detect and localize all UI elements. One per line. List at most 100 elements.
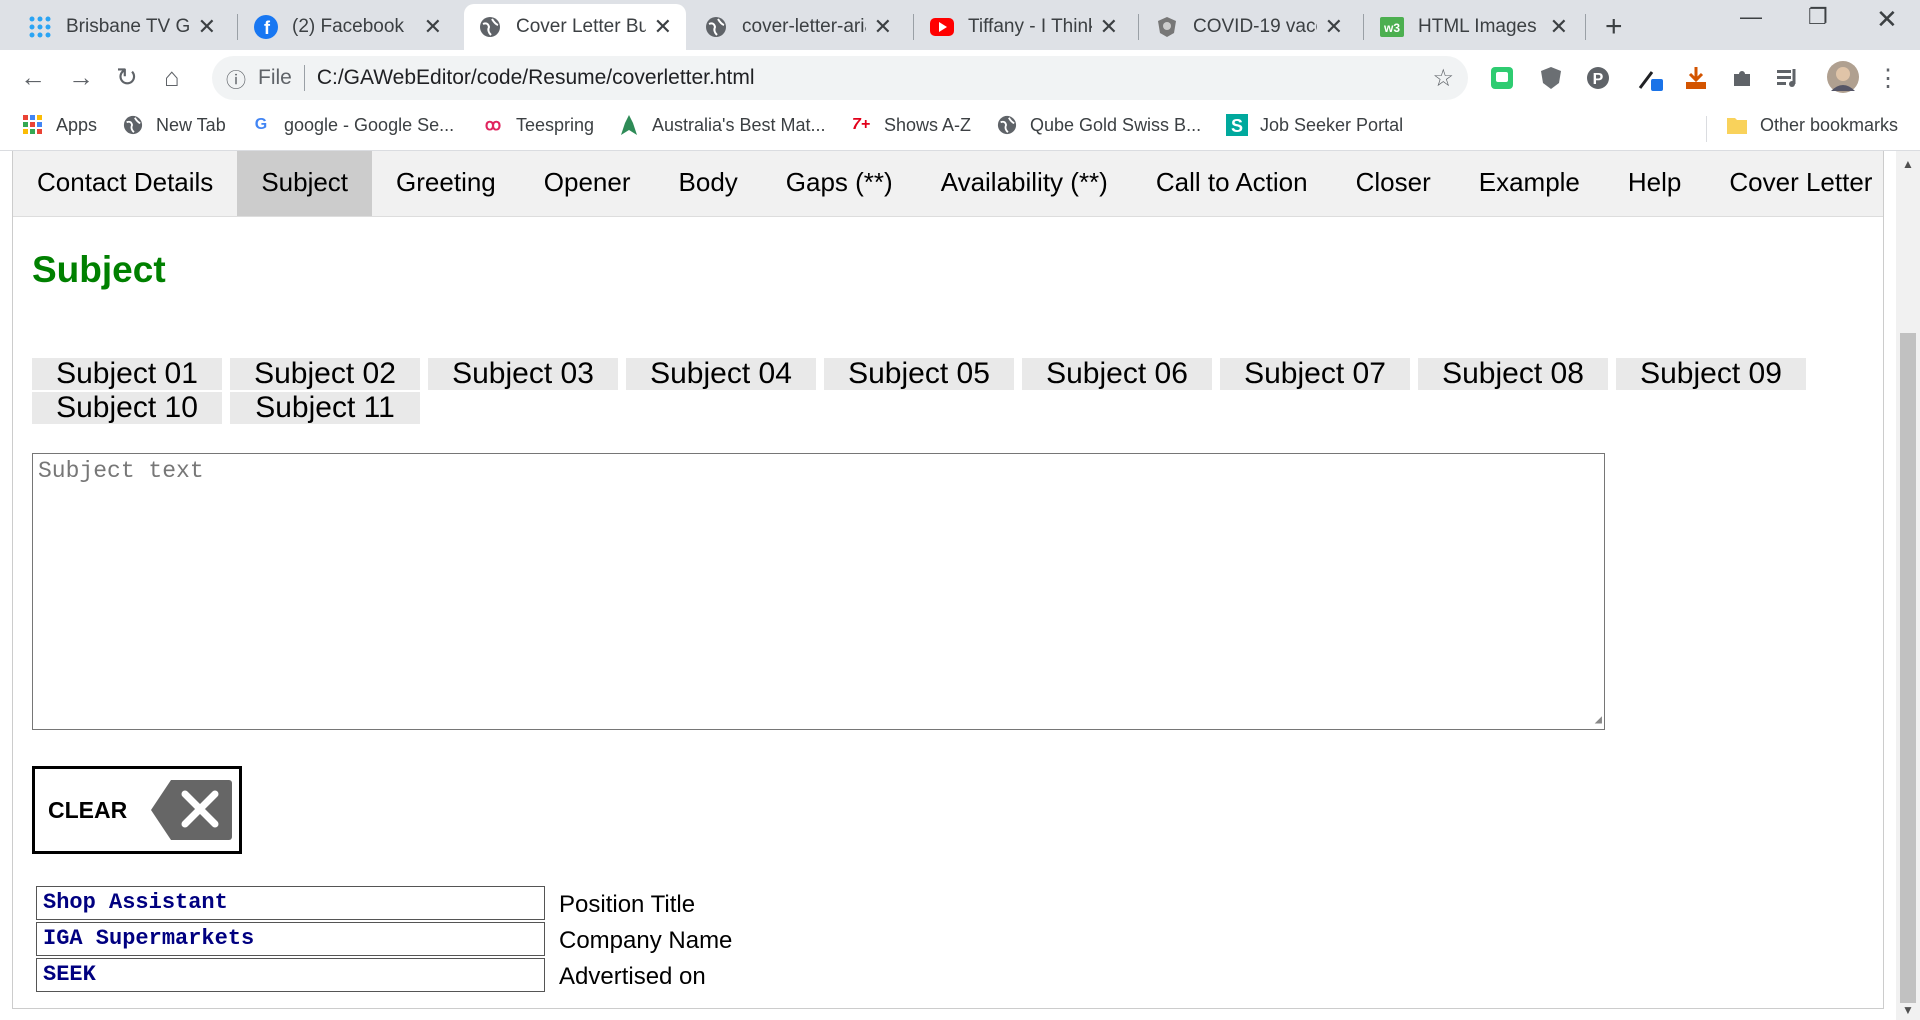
bookmark-star-icon[interactable]: ☆ <box>1432 64 1454 93</box>
close-icon[interactable]: ✕ <box>654 14 672 40</box>
page-title: Subject <box>32 249 166 290</box>
company-name-field[interactable]: IGA Supermarkets <box>36 922 545 956</box>
youtube-icon <box>930 15 954 39</box>
subject-textarea-placeholder: Subject text <box>38 458 204 484</box>
clear-button[interactable]: CLEAR <box>32 766 242 854</box>
close-icon[interactable]: ✕ <box>874 14 892 40</box>
teespring-icon: ꝏ <box>484 117 502 134</box>
url-text[interactable]: C:/GAWebEditor/code/Resume/coverletter.h… <box>317 66 755 90</box>
resize-handle-icon[interactable]: ◢ <box>1595 712 1602 727</box>
subject-04-button[interactable]: Subject 04 <box>626 358 816 390</box>
nav-contact-details[interactable]: Contact Details <box>13 151 237 216</box>
bookmark-label: Apps <box>56 114 98 135</box>
google-icon: G <box>254 116 268 133</box>
restore-icon[interactable]: ❐ <box>1808 4 1828 30</box>
pinterest-icon[interactable]: P <box>1584 64 1612 92</box>
nav-cover-letter[interactable]: Cover Letter <box>1705 151 1896 216</box>
nav-gaps[interactable]: Gaps (**) <box>762 151 917 216</box>
shield-extension-icon[interactable] <box>1537 64 1565 92</box>
nav-availability[interactable]: Availability (**) <box>917 151 1132 216</box>
info-icon[interactable]: ⓘ <box>226 64 246 93</box>
close-window-icon[interactable]: ✕ <box>1876 4 1898 35</box>
close-icon[interactable]: ✕ <box>1100 14 1118 40</box>
tab-covid-vaccine[interactable]: COVID-19 vacci ✕ <box>1141 4 1357 50</box>
bookmark-teespring[interactable]: ꝏ Teespring <box>482 114 594 136</box>
forward-icon[interactable]: → <box>68 62 94 93</box>
reload-icon[interactable]: ↻ <box>116 62 138 93</box>
subject-01-button[interactable]: Subject 01 <box>32 358 222 390</box>
top-navigation: Contact Details Subject Greeting Opener … <box>13 151 1883 217</box>
bookmark-label: New Tab <box>156 114 226 135</box>
bookmark-australias-best[interactable]: Australia's Best Mat... <box>618 114 826 136</box>
close-icon[interactable]: ✕ <box>424 14 442 40</box>
download-extension-icon[interactable] <box>1682 64 1710 92</box>
subject-textarea[interactable]: Subject text ◢ <box>32 453 1605 730</box>
tab-cover-letter-builder[interactable]: Cover Letter Bui ✕ <box>464 4 686 50</box>
bookmark-google-search[interactable]: G google - Google Se... <box>250 114 454 136</box>
bookmark-shows-a-z[interactable]: 7+ Shows A-Z <box>850 114 971 136</box>
crest-icon <box>1155 15 1179 39</box>
nav-greeting[interactable]: Greeting <box>372 151 520 216</box>
bookmark-apps[interactable]: Apps <box>22 114 97 136</box>
tab-youtube-tiffany[interactable]: Tiffany - I Think ✕ <box>916 4 1132 50</box>
subject-06-button[interactable]: Subject 06 <box>1022 358 1212 390</box>
advertised-on-field[interactable]: SEEK <box>36 958 545 992</box>
nav-closer[interactable]: Closer <box>1332 151 1455 216</box>
browser-toolbar: ← → ↻ ⌂ ⓘ File C:/GAWebEditor/code/Resum… <box>0 50 1920 106</box>
scrollbar-thumb[interactable] <box>1900 333 1916 1003</box>
extension-green-icon[interactable] <box>1488 64 1516 92</box>
nav-call-to-action[interactable]: Call to Action <box>1132 151 1332 216</box>
tab-title: Tiffany - I Think <box>968 16 1092 37</box>
subject-03-button[interactable]: Subject 03 <box>428 358 618 390</box>
nav-help[interactable]: Help <box>1604 151 1705 216</box>
tab-title: Brisbane TV Gui <box>66 16 190 37</box>
tab-cover-letter-aria[interactable]: cover-letter-aria ✕ <box>690 4 906 50</box>
svg-text:P: P <box>1593 71 1604 88</box>
tab-strip: Brisbane TV Gui ✕ f (2) Facebook ✕ Cover… <box>0 0 1920 50</box>
grid-icon <box>28 15 52 39</box>
tab-title: Cover Letter Bui <box>516 16 646 37</box>
tab-title: (2) Facebook <box>292 16 404 37</box>
scroll-up-arrow-icon[interactable]: ▲ <box>1902 157 1914 171</box>
subject-07-button[interactable]: Subject 07 <box>1220 358 1410 390</box>
address-bar[interactable]: ⓘ File C:/GAWebEditor/code/Resume/coverl… <box>212 56 1468 100</box>
subject-09-button[interactable]: Subject 09 <box>1616 358 1806 390</box>
subject-08-button[interactable]: Subject 08 <box>1418 358 1608 390</box>
media-queue-icon[interactable] <box>1774 64 1802 92</box>
puzzle-extensions-icon[interactable] <box>1728 64 1756 92</box>
other-bookmarks-label: Other bookmarks <box>1760 114 1899 135</box>
nav-opener[interactable]: Opener <box>520 151 655 216</box>
bookmark-label: Teespring <box>516 114 595 135</box>
scroll-down-arrow-icon[interactable]: ▼ <box>1902 1003 1914 1017</box>
bookmark-job-seeker-portal[interactable]: S Job Seeker Portal <box>1226 114 1403 136</box>
nav-subject[interactable]: Subject <box>237 151 373 216</box>
tab-html-images[interactable]: w3 HTML Images ✕ <box>1366 4 1582 50</box>
back-icon[interactable]: ← <box>20 62 46 93</box>
close-icon[interactable]: ✕ <box>1325 14 1343 40</box>
position-title-field[interactable]: Shop Assistant <box>36 886 545 920</box>
subject-10-button[interactable]: Subject 10 <box>32 392 222 424</box>
eyedropper-extension-icon[interactable] <box>1636 64 1664 92</box>
subject-11-button[interactable]: Subject 11 <box>230 392 420 424</box>
other-bookmarks-folder[interactable]: Other bookmarks <box>1726 114 1898 136</box>
backspace-clear-icon <box>151 780 232 840</box>
bookmark-qube-gold[interactable]: Qube Gold Swiss B... <box>996 114 1201 136</box>
tab-facebook[interactable]: f (2) Facebook ✕ <box>240 4 456 50</box>
bookmarks-bar: Apps New Tab G google - Google Se... ꝏ T… <box>0 106 1920 151</box>
subject-05-button[interactable]: Subject 05 <box>824 358 1014 390</box>
close-icon[interactable]: ✕ <box>198 14 216 40</box>
tab-brisbane-tv[interactable]: Brisbane TV Gui ✕ <box>14 4 230 50</box>
avatar[interactable] <box>1826 60 1860 94</box>
bookmark-new-tab[interactable]: New Tab <box>122 114 226 136</box>
folder-icon <box>1726 114 1748 136</box>
tab-title: HTML Images <box>1418 16 1537 37</box>
new-tab-plus-icon[interactable]: + <box>1605 10 1623 44</box>
vertical-scrollbar[interactable]: ▲ ▼ <box>1896 151 1920 1020</box>
nav-example[interactable]: Example <box>1455 151 1604 216</box>
nav-body[interactable]: Body <box>655 151 762 216</box>
minimize-icon[interactable]: — <box>1740 4 1762 30</box>
home-icon[interactable]: ⌂ <box>164 62 180 93</box>
kebab-menu-icon[interactable]: ⋮ <box>1874 64 1902 92</box>
subject-02-button[interactable]: Subject 02 <box>230 358 420 390</box>
close-icon[interactable]: ✕ <box>1550 14 1568 40</box>
